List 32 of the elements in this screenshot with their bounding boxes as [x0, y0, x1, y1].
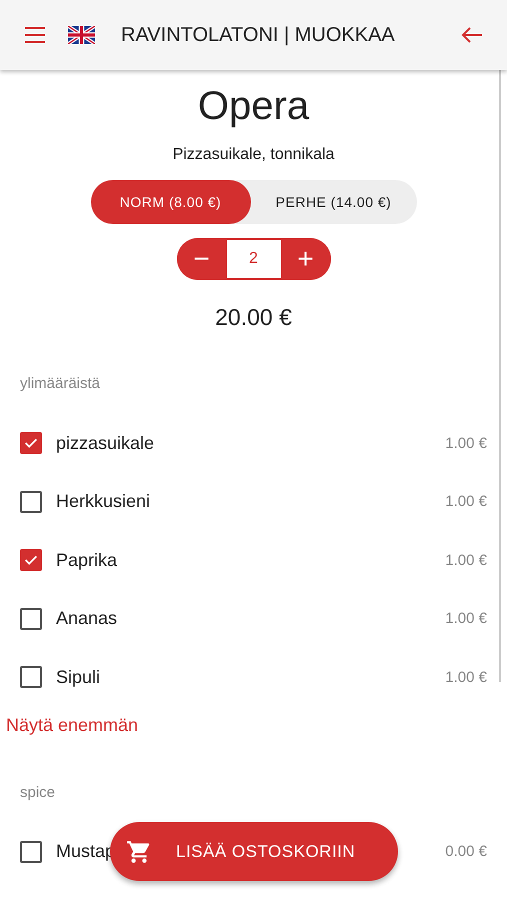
product-name: Opera	[198, 83, 310, 130]
checkbox[interactable]	[20, 549, 42, 572]
option-label: pizzasuikale	[56, 432, 154, 454]
menu-icon[interactable]	[24, 27, 46, 43]
checkbox[interactable]	[20, 666, 42, 688]
size-option[interactable]: PERHE (14.00 €)	[250, 180, 416, 224]
back-arrow-icon[interactable]	[461, 27, 483, 43]
show-more-link[interactable]: Näytä enemmän	[6, 714, 138, 736]
checkbox[interactable]	[20, 490, 42, 513]
checkbox[interactable]	[20, 840, 42, 863]
flag-icon[interactable]	[68, 26, 95, 44]
option-label: Herkkusieni	[56, 491, 150, 512]
option-price: 1.00 €	[445, 552, 487, 569]
option-price: 1.00 €	[445, 610, 487, 628]
checkbox[interactable]	[20, 432, 42, 454]
option-label: Sipuli	[56, 666, 100, 688]
option-price: 1.00 €	[445, 434, 487, 452]
option-price: 1.00 €	[445, 493, 487, 510]
quantity-field[interactable]: 2	[226, 240, 280, 278]
page-title: RAVINTOLATONI | MUOKKAA	[121, 24, 396, 46]
option-label: Ananas	[56, 608, 118, 630]
product-description: Pizzasuikale, tonnikala	[172, 146, 334, 164]
total-price: 20.00 €	[215, 304, 292, 331]
option-price: 1.00 €	[445, 668, 487, 686]
size-option[interactable]: NORM (8.00 €)	[90, 180, 250, 224]
option-label: Paprika	[56, 550, 118, 571]
add-to-cart-button[interactable]: LISÄÄ OSTOSKORIIN	[110, 822, 398, 881]
option-price: 0.00 €	[445, 843, 487, 860]
checkbox[interactable]	[20, 608, 42, 630]
section-title: spice	[20, 784, 56, 800]
cart-icon	[126, 838, 152, 864]
section-title: ylimääräistä	[20, 375, 102, 392]
